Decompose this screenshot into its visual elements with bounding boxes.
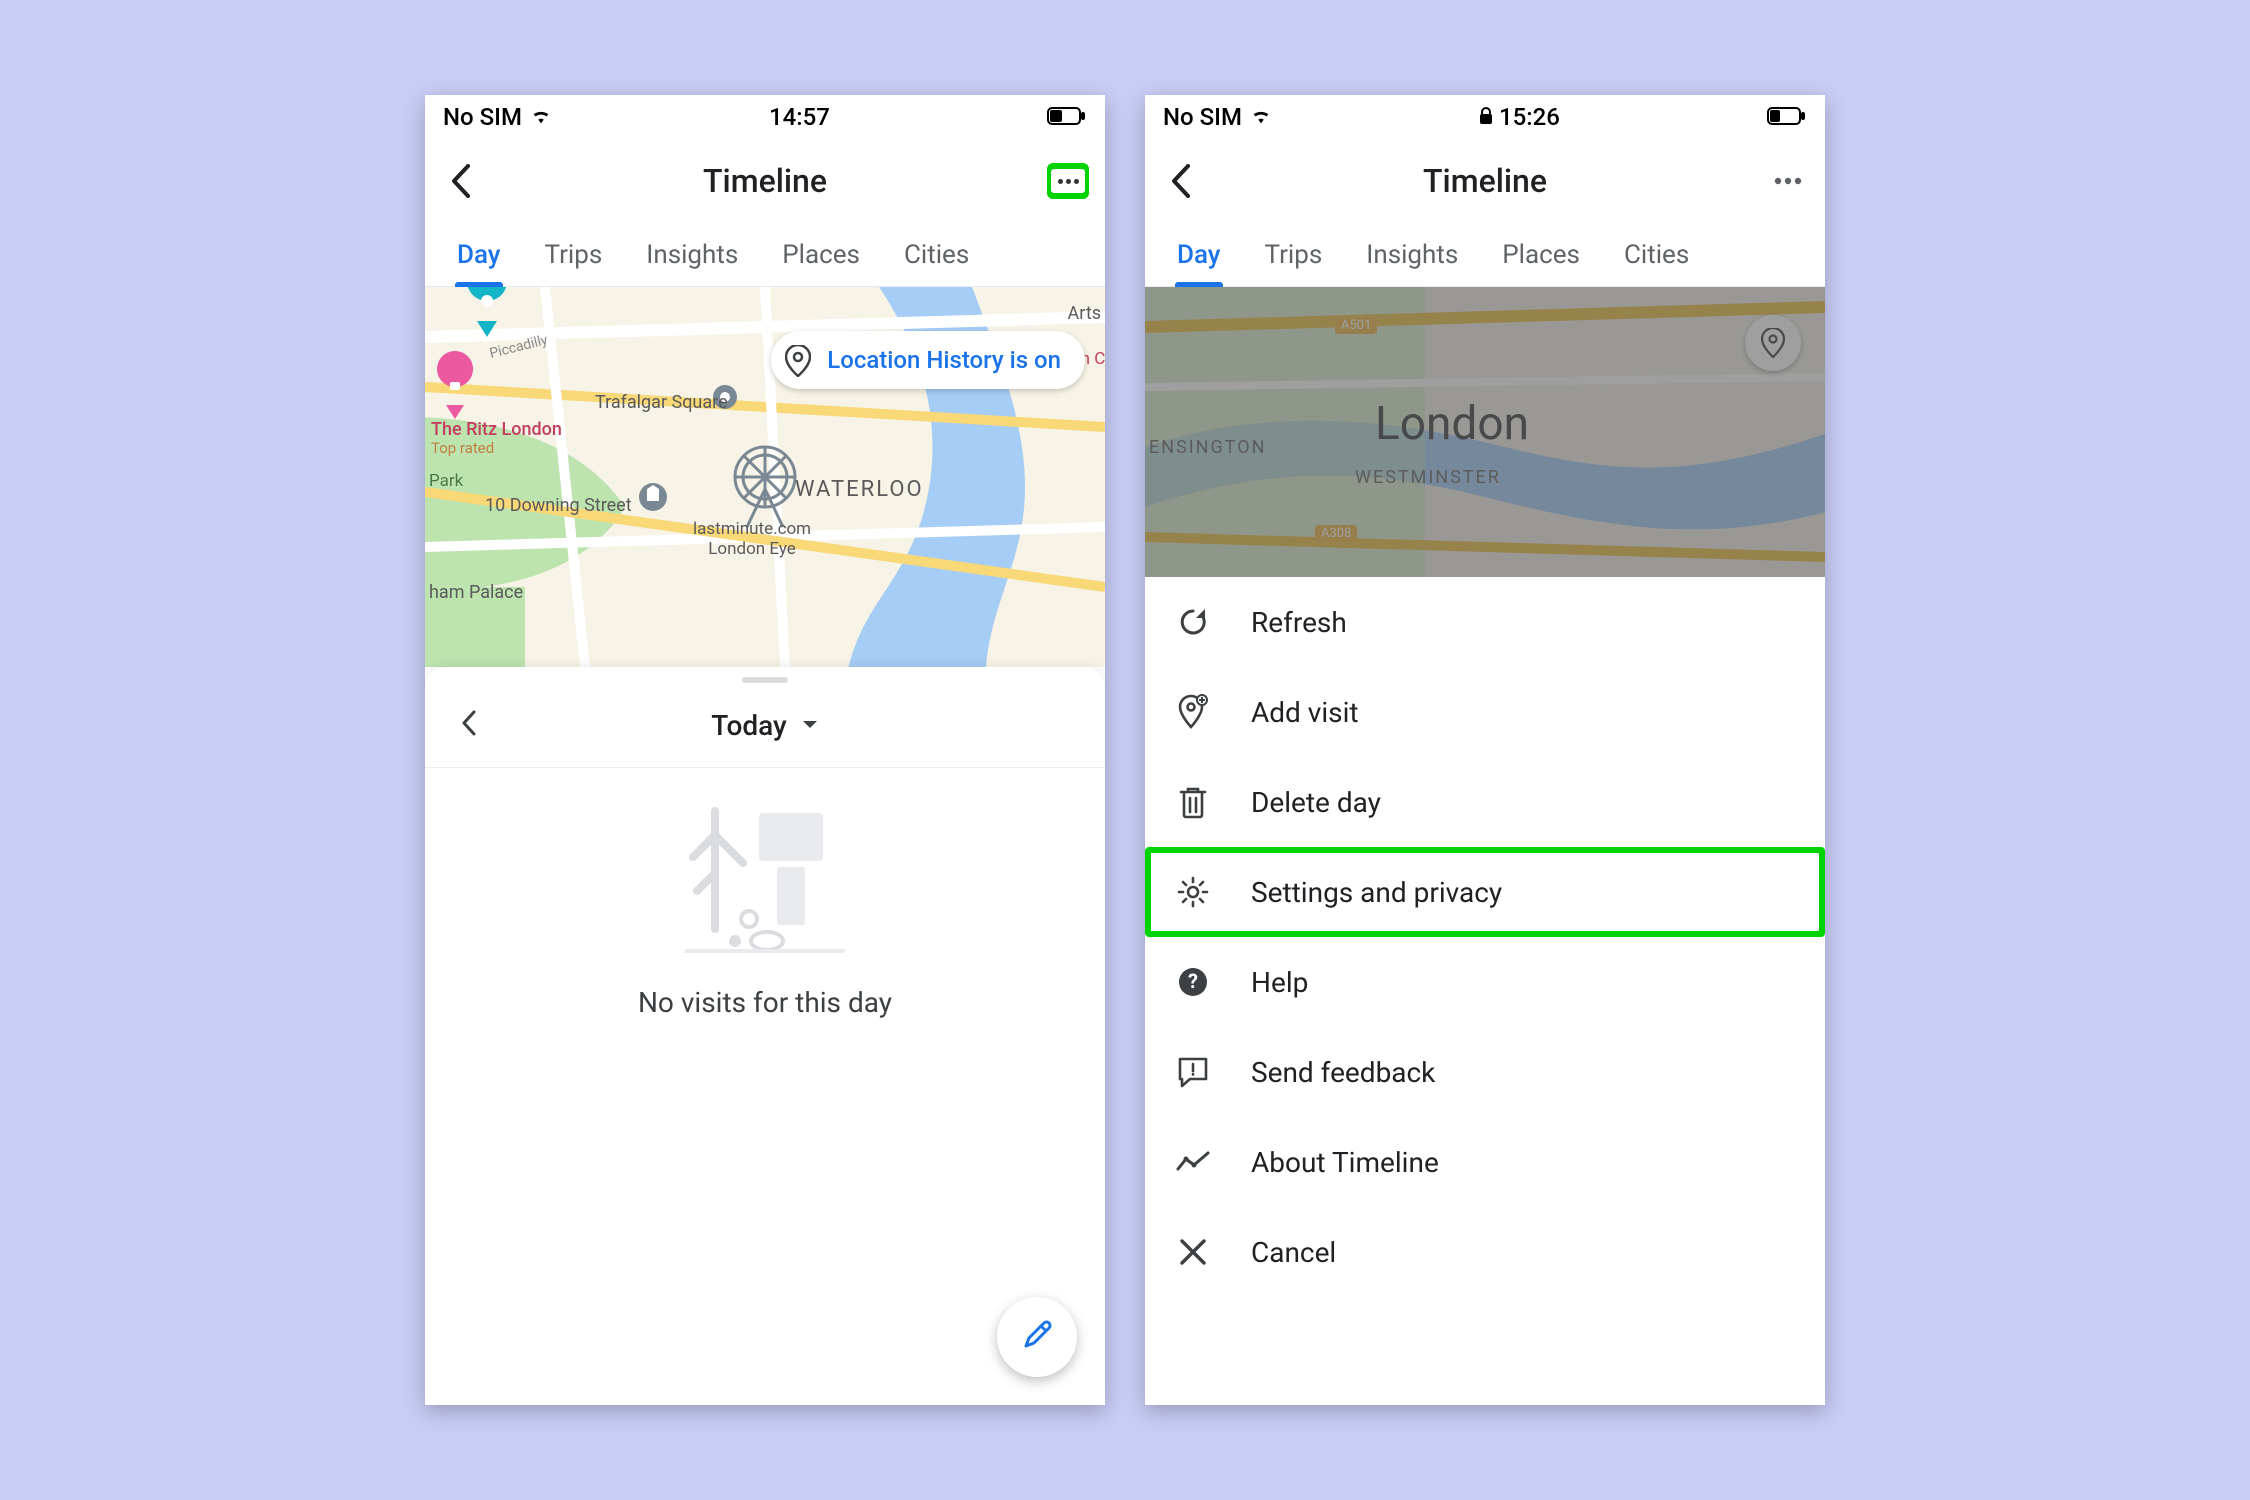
more-options-button[interactable]	[1047, 163, 1089, 199]
menu-label: Send feedback	[1251, 1056, 1435, 1089]
svg-text:?: ?	[1188, 969, 1198, 993]
menu-label: Settings and privacy	[1251, 876, 1502, 909]
menu-label: Help	[1251, 966, 1308, 999]
map-label: 10 Downing Street	[485, 495, 632, 516]
dropdown-caret-icon	[801, 716, 819, 735]
menu-label: Cancel	[1251, 1236, 1336, 1269]
tab-day[interactable]: Day	[1155, 223, 1243, 286]
map[interactable]: London WESTMINSTER ENSINGTON A501 A308	[1145, 287, 1825, 577]
tab-trips[interactable]: Trips	[1243, 223, 1345, 286]
page-title: Timeline	[1145, 162, 1825, 200]
trash-icon	[1175, 784, 1211, 820]
map-label: Trafalgar Square	[595, 392, 728, 413]
menu-delete-day[interactable]: Delete day	[1145, 757, 1825, 847]
divider	[425, 767, 1105, 768]
chip-text: Location History is on	[827, 346, 1061, 374]
menu-settings-privacy[interactable]: Settings and privacy	[1145, 847, 1825, 937]
tabs: Day Trips Insights Places Cities	[1145, 223, 1825, 287]
day-sheet: Today No visits for this day	[425, 667, 1105, 1405]
wifi-icon	[1250, 103, 1272, 131]
add-visit-icon	[1175, 694, 1211, 730]
phone-right: No SIM 15:26 Timeline Day Trips Insi	[1145, 95, 1825, 1405]
modal-scrim[interactable]	[1145, 287, 1825, 577]
menu-add-visit[interactable]: Add visit	[1145, 667, 1825, 757]
status-bar: No SIM 15:26	[1145, 95, 1825, 139]
date-selector: Today	[425, 683, 1105, 767]
feedback-icon	[1175, 1054, 1211, 1090]
empty-illustration	[665, 786, 865, 966]
back-button[interactable]	[1161, 161, 1201, 201]
close-icon	[1175, 1234, 1211, 1270]
tabs: Day Trips Insights Places Cities	[425, 223, 1105, 287]
pin-icon	[785, 345, 815, 375]
lock-icon	[1479, 103, 1493, 131]
menu-refresh[interactable]: Refresh	[1145, 577, 1825, 667]
map-label: lastminute.com London Eye	[693, 519, 811, 559]
app-header: Timeline	[425, 139, 1105, 223]
page-title: Timeline	[425, 162, 1105, 200]
battery-icon	[1767, 103, 1807, 131]
menu-cancel[interactable]: Cancel	[1145, 1207, 1825, 1297]
location-history-chip[interactable]: Location History is on	[771, 331, 1085, 389]
battery-icon	[1047, 103, 1087, 131]
prev-day-button[interactable]	[461, 710, 477, 740]
menu-label: About Timeline	[1251, 1146, 1439, 1179]
more-options-button[interactable]	[1767, 163, 1809, 199]
more-icon	[1774, 177, 1802, 185]
map-label: ham Palace	[429, 582, 523, 603]
action-menu: Refresh Add visit Delete day Settings an…	[1145, 577, 1825, 1405]
timeline-icon	[1175, 1144, 1211, 1180]
menu-send-feedback[interactable]: Send feedback	[1145, 1027, 1825, 1117]
back-button[interactable]	[441, 161, 481, 201]
clock-text: 15:26	[1499, 103, 1560, 131]
tab-insights[interactable]: Insights	[624, 223, 760, 286]
menu-label: Add visit	[1251, 696, 1359, 729]
gear-icon	[1175, 874, 1211, 910]
refresh-icon	[1175, 604, 1211, 640]
map-label: The Ritz London	[431, 419, 562, 440]
map-label: Park	[429, 471, 463, 491]
tab-cities[interactable]: Cities	[882, 223, 991, 286]
pencil-icon	[1020, 1318, 1054, 1356]
date-dropdown[interactable]: Today	[711, 709, 786, 742]
wifi-icon	[530, 103, 552, 131]
edit-fab[interactable]	[997, 1297, 1077, 1377]
tab-cities[interactable]: Cities	[1602, 223, 1711, 286]
tab-insights[interactable]: Insights	[1344, 223, 1480, 286]
map[interactable]: Trafalgar Square The Ritz London Top rat…	[425, 287, 1105, 667]
more-icon	[1051, 169, 1085, 193]
app-header: Timeline	[1145, 139, 1825, 223]
menu-help[interactable]: ? Help	[1145, 937, 1825, 1027]
tab-places[interactable]: Places	[760, 223, 882, 286]
tab-trips[interactable]: Trips	[523, 223, 625, 286]
map-label: WATERLOO	[795, 477, 924, 502]
menu-label: Refresh	[1251, 606, 1347, 639]
clock-text: 14:57	[769, 103, 830, 131]
menu-label: Delete day	[1251, 786, 1381, 819]
carrier-text: No SIM	[443, 103, 522, 131]
phone-left: No SIM 14:57 Timeline Day Trips Insig	[425, 95, 1105, 1405]
map-label: Top rated	[431, 439, 494, 457]
carrier-text: No SIM	[1163, 103, 1242, 131]
map-label: Arts	[1068, 303, 1101, 324]
status-bar: No SIM 14:57	[425, 95, 1105, 139]
menu-about-timeline[interactable]: About Timeline	[1145, 1117, 1825, 1207]
tab-places[interactable]: Places	[1480, 223, 1602, 286]
tab-day[interactable]: Day	[435, 223, 523, 286]
help-icon: ?	[1175, 964, 1211, 1000]
empty-state-text: No visits for this day	[425, 986, 1105, 1019]
